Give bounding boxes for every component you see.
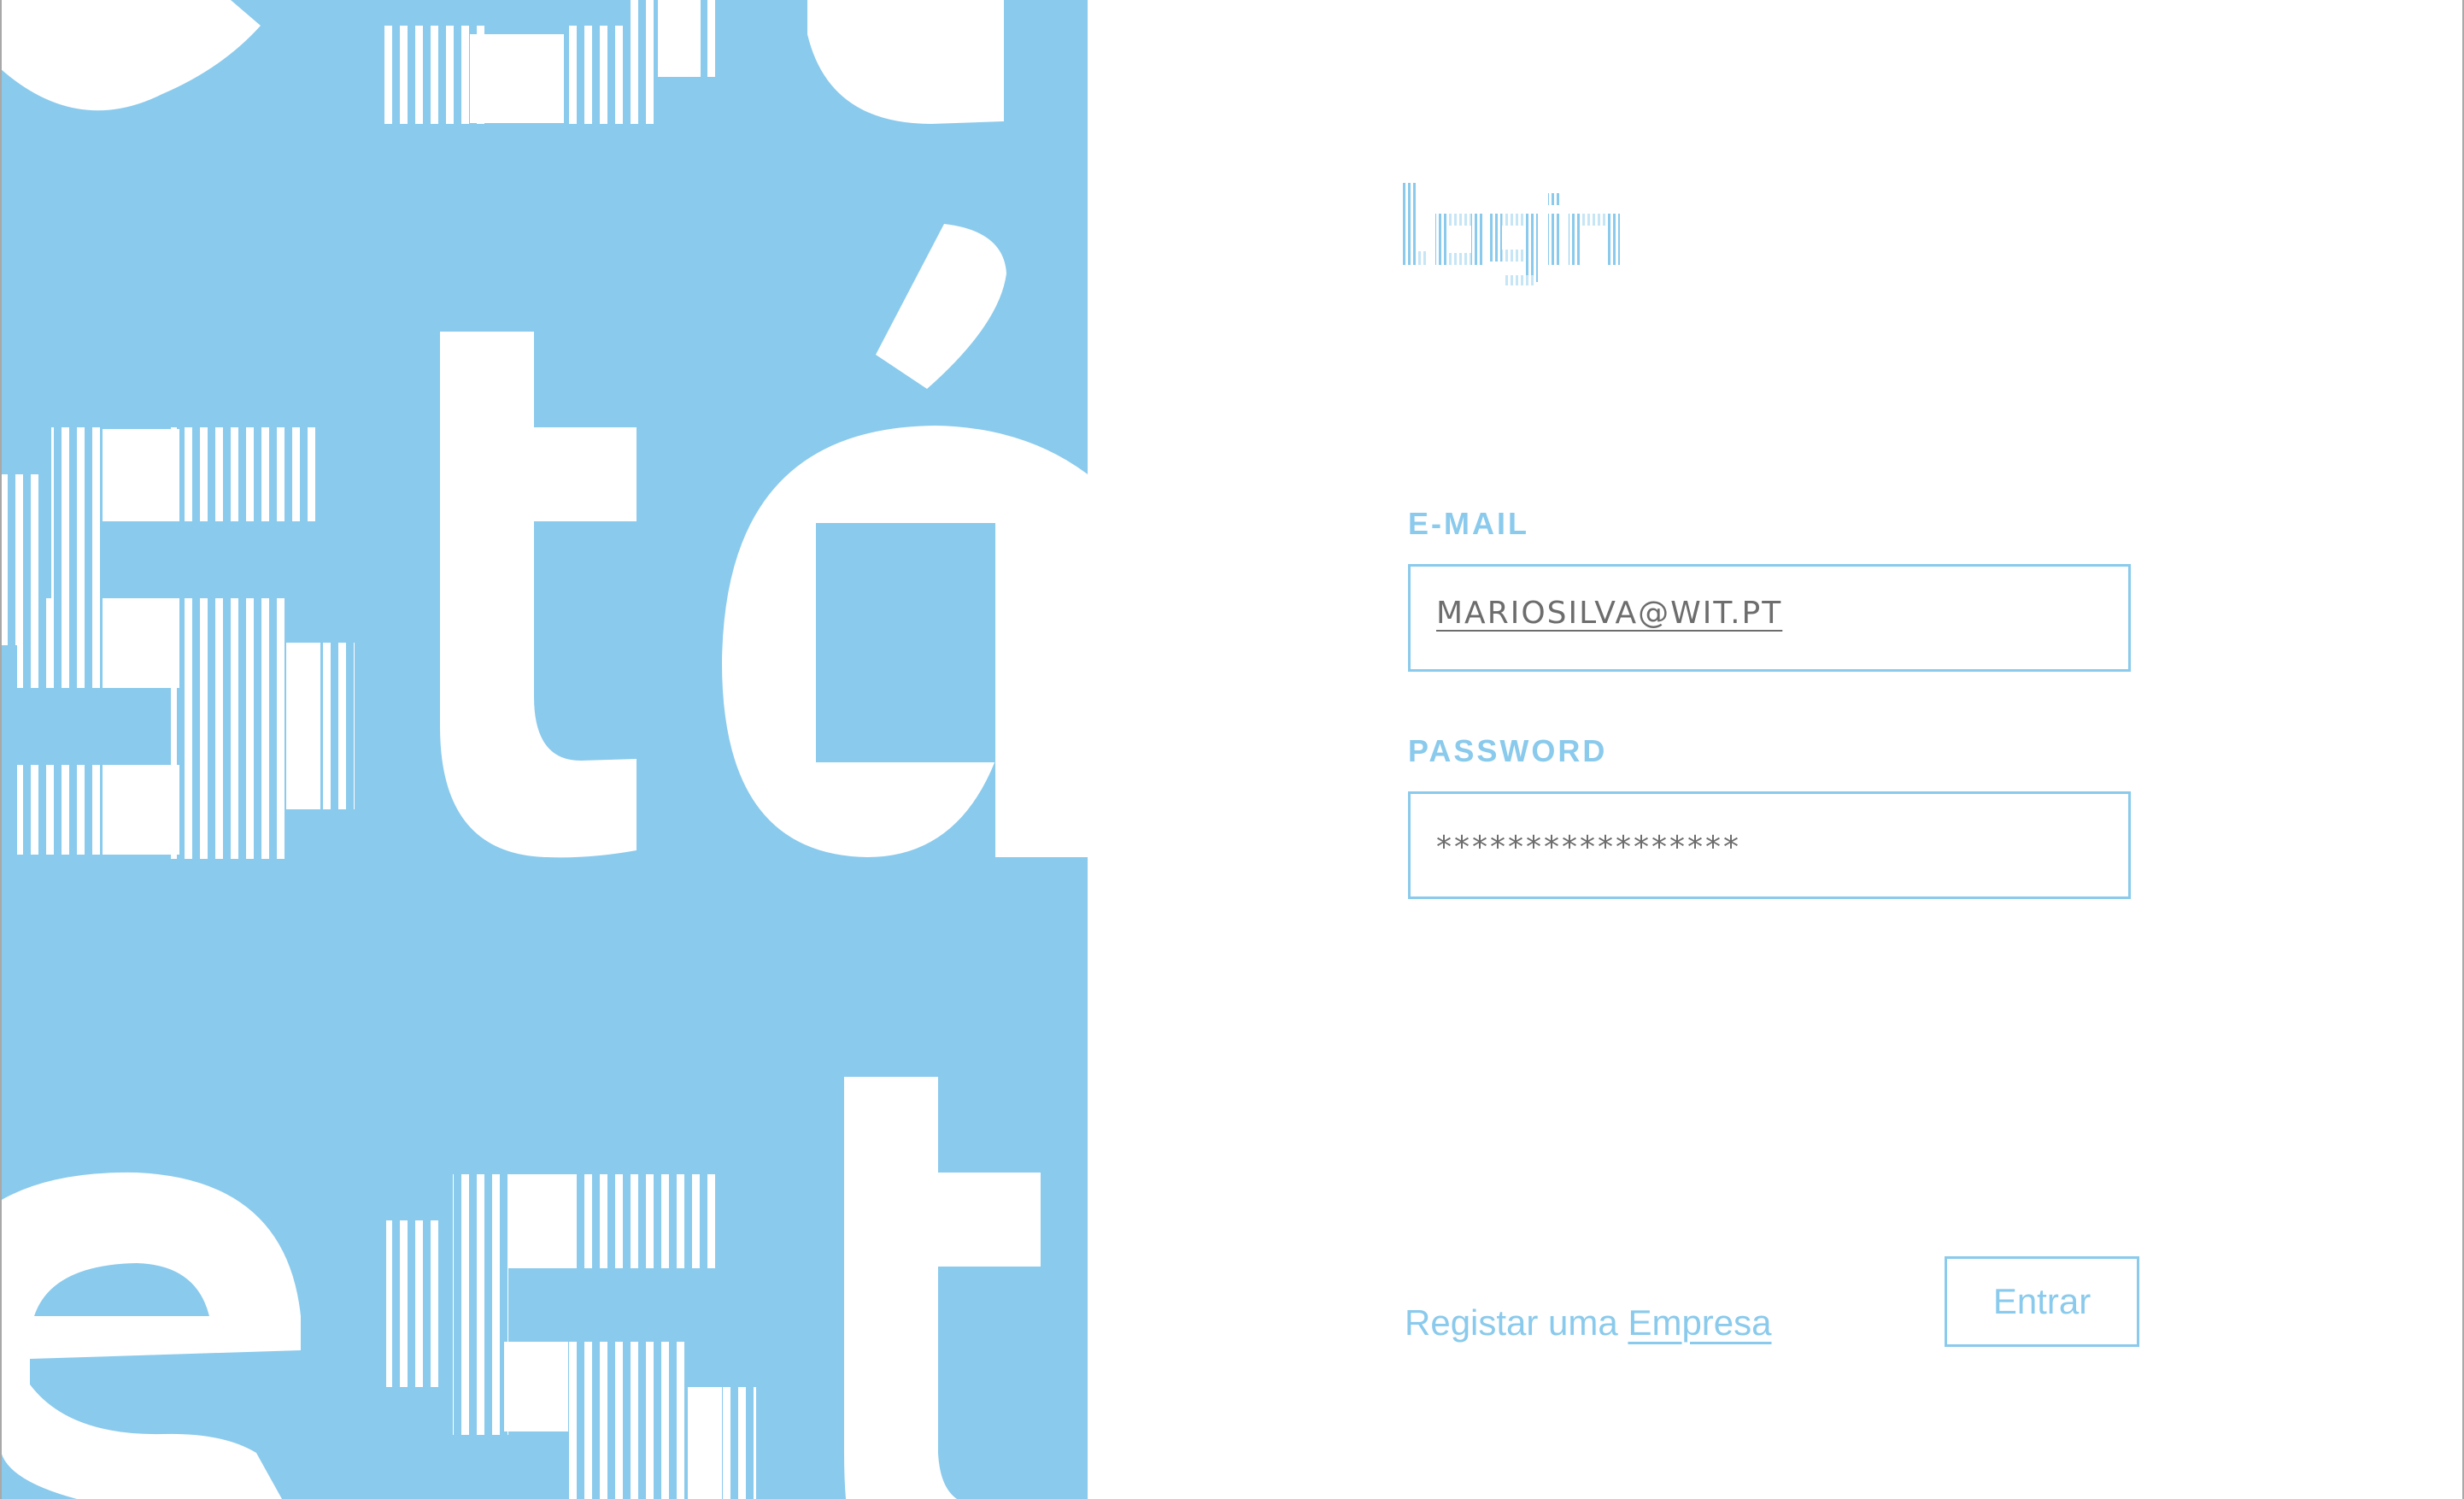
letter-t-middle [440,332,637,858]
register-prefix: Registar uma [1405,1302,1618,1343]
login-logo [1403,179,1651,291]
letter-e-top [0,0,261,111]
password-field[interactable]: ***************** [1408,791,2131,899]
password-label: PASSWORD [1408,733,1608,768]
login-area [1088,0,2464,1499]
striped-letter-s-top [384,0,719,124]
letter-e-bottom [0,1172,301,1499]
password-value: ***************** [1436,830,1741,865]
accent-mark [876,224,1006,389]
email-field[interactable]: MARIOSILVA@WIT.PT [1408,564,2131,672]
striped-letter-s-middle [0,427,355,859]
typography-art [0,0,1088,1499]
striped-letter-s-bottom [386,1174,756,1499]
register-company-link[interactable]: Empresa [1628,1302,1771,1343]
email-value: MARIOSILVA@WIT.PT [1436,596,1783,631]
register-company-text: Registar uma Empresa [1405,1302,1772,1343]
letter-t-bottom [844,1077,1041,1499]
decorative-art-panel [0,0,1088,1499]
email-label: E-MAIL [1408,506,1529,541]
striped-wordmark-logo-icon [1403,183,1620,285]
letter-t-top [807,0,1004,124]
enter-button[interactable]: Entrar [1945,1256,2139,1347]
window-border-left [0,0,2,1499]
